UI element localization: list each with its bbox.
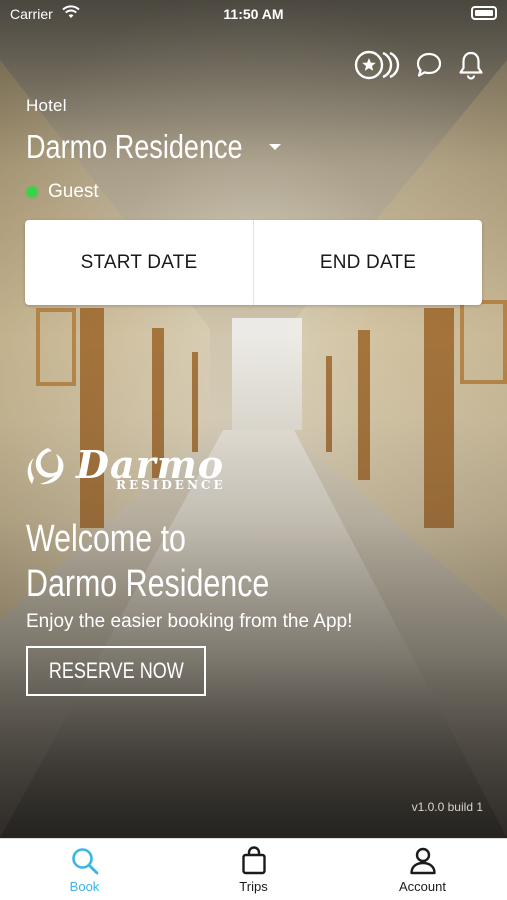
user-role: Guest [26,181,99,203]
role-label: Guest [48,181,99,202]
tab-account[interactable]: Account [338,839,507,900]
tab-book-label: Book [69,879,100,894]
tab-trips[interactable]: Trips [169,839,338,900]
welcome-heading-line1: Welcome to [26,518,186,560]
background-photo [0,0,507,838]
date-selector: START DATE END DATE [25,220,482,305]
start-date-button[interactable]: START DATE [25,220,253,305]
hotel-name: Darmo Residence [26,128,243,165]
search-icon [71,848,98,875]
bag-icon [241,846,266,875]
reserve-now-button[interactable]: RESERVE NOW [26,646,206,696]
status-bar: Carrier 11:50 AM [0,0,507,28]
version-label: v1.0.0 build 1 [411,800,483,814]
caret-down-icon [269,144,282,150]
tab-book[interactable]: Book [0,839,169,900]
status-dot [26,186,38,198]
welcome-heading-line2: Darmo Residence [26,563,270,605]
tagline: Enjoy the easier booking from the App! [26,611,353,632]
tab-account-label: Account [399,879,446,894]
tab-bar: Book Trips Account [0,838,507,900]
reserve-now-label: RESERVE NOW [48,658,184,683]
tab-trips-label: Trips [239,879,268,894]
bell-icon[interactable] [457,50,485,80]
clock: 11:50 AM [223,6,284,22]
property-type-label: Hotel [26,96,67,115]
end-date-button[interactable]: END DATE [254,220,482,305]
logo-subtitle: RESIDENCE [116,478,226,492]
person-icon [409,847,436,875]
brand-logo: Darmo RESIDENCE [26,440,226,496]
swirl-logo-icon [27,448,64,485]
loyalty-coins-icon[interactable] [353,49,401,81]
chat-bubble-icon[interactable] [415,51,443,79]
battery-icon [471,6,497,20]
hotel-selector[interactable]: Darmo Residence [26,128,282,166]
header-actions [353,48,485,82]
